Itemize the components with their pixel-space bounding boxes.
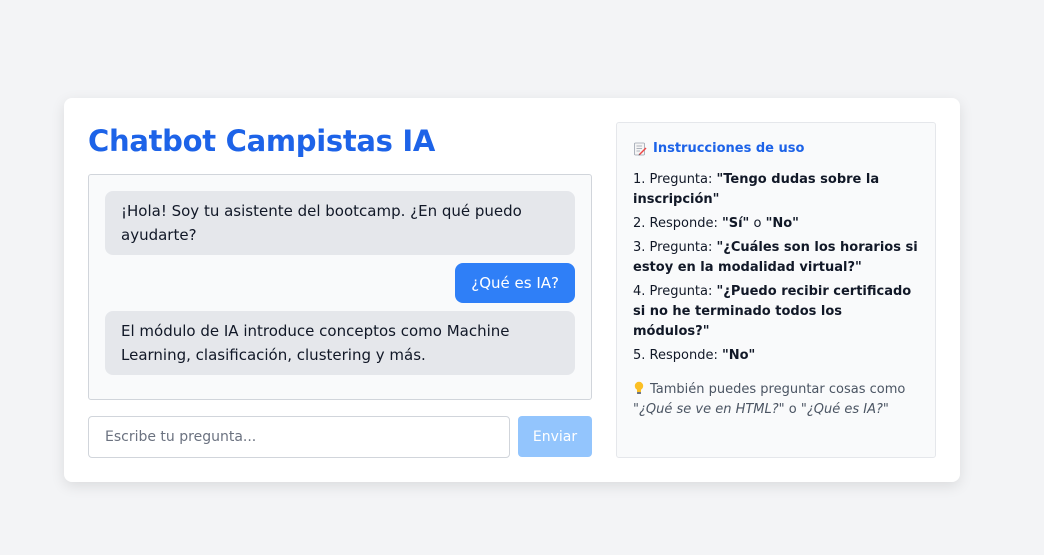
tip-text: También puedes preguntar cosas como "¿Qu… <box>633 381 906 417</box>
instruction-step: 4. Pregunta: "¿Puedo recibir certificado… <box>633 284 912 339</box>
instruction-step: 5. Responde: "No" <box>633 348 756 363</box>
page-title: Chatbot Campistas IA <box>88 124 436 158</box>
memo-icon <box>634 142 647 155</box>
bot-message: El módulo de IA introduce conceptos como… <box>105 311 575 375</box>
instructions-panel: Instrucciones de uso 1. Pregunta: "Tengo… <box>616 122 936 458</box>
chatbot-card: Chatbot Campistas IA ¡Hola! Soy tu asist… <box>64 98 960 482</box>
instruction-step: 1. Pregunta: "Tengo dudas sobre la inscr… <box>633 172 880 207</box>
bot-message: ¡Hola! Soy tu asistente del bootcamp. ¿E… <box>105 191 575 255</box>
instructions-list: 1. Pregunta: "Tengo dudas sobre la inscr… <box>633 170 919 366</box>
question-input[interactable] <box>88 416 510 458</box>
instructions-title: Instrucciones de uso <box>653 141 805 156</box>
instruction-step: 2. Responde: "Sí" o "No" <box>633 216 799 231</box>
send-button[interactable]: Enviar <box>518 416 592 457</box>
instructions-heading: Instrucciones de uso <box>633 141 919 156</box>
user-message: ¿Qué es IA? <box>455 263 575 303</box>
instruction-step: 3. Pregunta: "¿Cuáles son los horarios s… <box>633 240 918 275</box>
lightbulb-icon <box>634 381 644 394</box>
chat-window[interactable]: ¡Hola! Soy tu asistente del bootcamp. ¿E… <box>88 174 592 400</box>
